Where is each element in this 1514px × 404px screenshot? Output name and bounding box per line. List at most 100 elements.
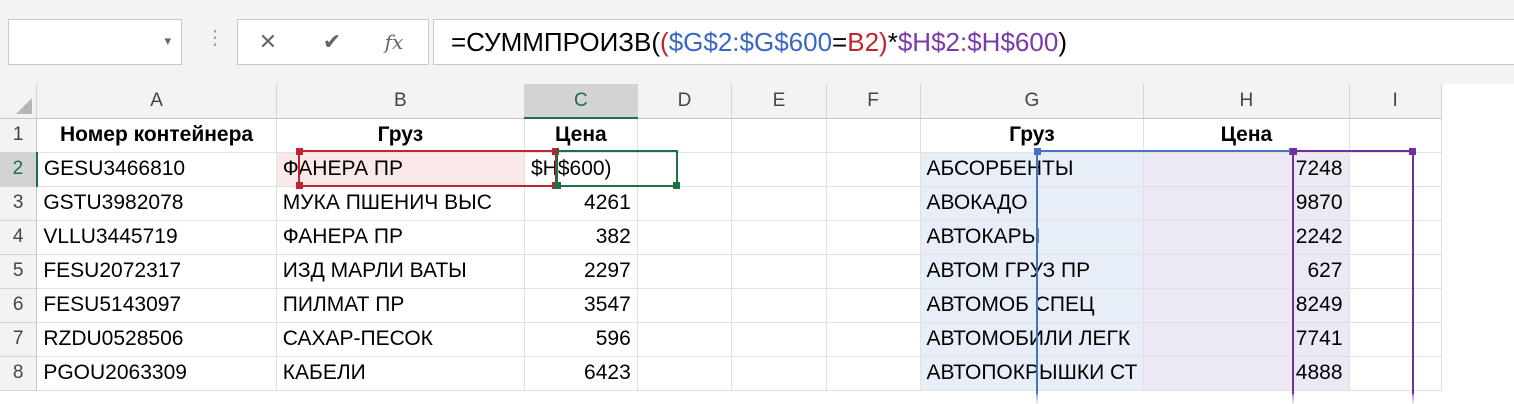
cell-d7[interactable] bbox=[637, 322, 733, 357]
row-header[interactable]: 4 bbox=[0, 220, 38, 255]
formula-ref-b2: B2 bbox=[847, 27, 880, 57]
cell-i7[interactable] bbox=[1349, 322, 1442, 357]
cell-e4[interactable] bbox=[731, 220, 827, 255]
cell-a5[interactable]: FESU2072317 bbox=[36, 254, 277, 289]
column-header-e[interactable]: E bbox=[731, 84, 827, 119]
bottom-fade bbox=[0, 394, 1514, 404]
row-header[interactable]: 6 bbox=[0, 288, 38, 323]
row-header[interactable]: 1 bbox=[0, 118, 38, 153]
cell-e1[interactable] bbox=[731, 118, 827, 153]
row-header[interactable]: 2 bbox=[0, 152, 38, 187]
cell-b5[interactable]: ИЗД МАРЛИ ВАТЫ bbox=[276, 254, 525, 289]
name-box[interactable]: ▾ bbox=[8, 19, 182, 65]
cell-i4[interactable] bbox=[1349, 220, 1442, 255]
cell-i8[interactable] bbox=[1349, 356, 1442, 391]
cell-h2[interactable]: 7248 bbox=[1143, 152, 1350, 187]
cell-c4[interactable]: 382 bbox=[524, 220, 638, 255]
cell-h7[interactable]: 7741 bbox=[1143, 322, 1350, 357]
cancel-icon[interactable]: ✕ bbox=[248, 28, 288, 56]
cell-d2[interactable] bbox=[637, 152, 733, 187]
cell-e2[interactable] bbox=[731, 152, 827, 187]
cell-b2[interactable]: ФАНЕРА ПР bbox=[276, 152, 525, 187]
cell-i5[interactable] bbox=[1349, 254, 1442, 289]
cell-h8[interactable]: 4888 bbox=[1143, 356, 1350, 391]
cell-c6[interactable]: 3547 bbox=[524, 288, 638, 323]
row-header[interactable]: 8 bbox=[0, 356, 38, 391]
cell-h6[interactable]: 8249 bbox=[1143, 288, 1350, 323]
cell-d8[interactable] bbox=[637, 356, 733, 391]
cell-f1[interactable] bbox=[826, 118, 921, 153]
cell-h3[interactable]: 9870 bbox=[1143, 186, 1350, 221]
enter-icon[interactable]: ✔ bbox=[312, 28, 352, 56]
row-header[interactable]: 3 bbox=[0, 186, 38, 221]
cell-a6[interactable]: FESU5143097 bbox=[36, 288, 277, 323]
cell-d4[interactable] bbox=[637, 220, 733, 255]
cell-b4[interactable]: ФАНЕРА ПР bbox=[276, 220, 525, 255]
cell-c3[interactable]: 4261 bbox=[524, 186, 638, 221]
cell-g7[interactable]: АВТОМОБИЛИ ЛЕГК bbox=[920, 322, 1145, 357]
cell-a2[interactable]: GESU3466810 bbox=[36, 152, 277, 187]
cell-f2[interactable] bbox=[826, 152, 921, 187]
cell-h1[interactable]: Цена bbox=[1143, 118, 1350, 153]
cell-f8[interactable] bbox=[826, 356, 921, 391]
select-all-button[interactable] bbox=[0, 84, 38, 119]
cell-e3[interactable] bbox=[731, 186, 827, 221]
cell-f4[interactable] bbox=[826, 220, 921, 255]
cell-a7[interactable]: RZDU0528506 bbox=[36, 322, 277, 357]
cell-h5[interactable]: 627 bbox=[1143, 254, 1350, 289]
table-row: 6 FESU5143097 ПИЛМАТ ПР 3547 АВТОМОБ СПЕ… bbox=[0, 288, 1514, 323]
cell-d1[interactable] bbox=[637, 118, 733, 153]
cell-e5[interactable] bbox=[731, 254, 827, 289]
cell-i1[interactable] bbox=[1349, 118, 1442, 153]
cell-g3[interactable]: АВОКАДО bbox=[920, 186, 1145, 221]
cell-c7[interactable]: 596 bbox=[524, 322, 638, 357]
cell-i6[interactable] bbox=[1349, 288, 1442, 323]
cell-c2[interactable]: $H$600) bbox=[524, 152, 638, 187]
column-header-i[interactable]: I bbox=[1349, 84, 1442, 119]
cell-f6[interactable] bbox=[826, 288, 921, 323]
cell-b7[interactable]: САХАР-ПЕСОК bbox=[276, 322, 525, 357]
cell-g5[interactable]: АВТОМ ГРУЗ ПР bbox=[920, 254, 1145, 289]
row-header[interactable]: 5 bbox=[0, 254, 38, 289]
cell-g6[interactable]: АВТОМОБ СПЕЦ bbox=[920, 288, 1145, 323]
cell-g4[interactable]: АВТОКАРЫ bbox=[920, 220, 1145, 255]
column-header-h[interactable]: H bbox=[1143, 84, 1350, 119]
cell-b8[interactable]: КАБЕЛИ bbox=[276, 356, 525, 391]
cell-f7[interactable] bbox=[826, 322, 921, 357]
cell-i3[interactable] bbox=[1349, 186, 1442, 221]
cell-d5[interactable] bbox=[637, 254, 733, 289]
cell-h4[interactable]: 2242 bbox=[1143, 220, 1350, 255]
cell-i2[interactable] bbox=[1349, 152, 1442, 187]
cell-b3[interactable]: МУКА ПШЕНИЧ ВЫС bbox=[276, 186, 525, 221]
cell-b1[interactable]: Груз bbox=[276, 118, 525, 153]
column-header-f[interactable]: F bbox=[826, 84, 921, 119]
column-header-row: A B C D E F G H I bbox=[0, 84, 1514, 119]
insert-function-button[interactable]: fx bbox=[374, 28, 414, 56]
cell-e6[interactable] bbox=[731, 288, 827, 323]
cell-g2[interactable]: АБСОРБЕНТЫ bbox=[920, 152, 1145, 187]
row-header[interactable]: 7 bbox=[0, 322, 38, 357]
column-header-d[interactable]: D bbox=[637, 84, 733, 119]
cell-a4[interactable]: VLLU3445719 bbox=[36, 220, 277, 255]
formula-input[interactable]: =СУММПРОИЗВ(($G$2:$G$600=B2)*$H$2:$H$600… bbox=[433, 19, 1514, 65]
cell-a8[interactable]: PGOU2063309 bbox=[36, 356, 277, 391]
cell-a1[interactable]: Номер контейнера bbox=[36, 118, 277, 153]
cell-c1[interactable]: Цена bbox=[524, 118, 638, 153]
cell-e8[interactable] bbox=[731, 356, 827, 391]
cell-b6[interactable]: ПИЛМАТ ПР bbox=[276, 288, 525, 323]
cell-d6[interactable] bbox=[637, 288, 733, 323]
column-header-a[interactable]: A bbox=[36, 84, 277, 119]
column-header-c[interactable]: C bbox=[524, 84, 638, 119]
cell-f5[interactable] bbox=[826, 254, 921, 289]
chevron-down-icon[interactable]: ▾ bbox=[164, 33, 171, 49]
cell-d3[interactable] bbox=[637, 186, 733, 221]
cell-e7[interactable] bbox=[731, 322, 827, 357]
cell-f3[interactable] bbox=[826, 186, 921, 221]
cell-c5[interactable]: 2297 bbox=[524, 254, 638, 289]
column-header-b[interactable]: B bbox=[276, 84, 525, 119]
cell-c8[interactable]: 6423 bbox=[524, 356, 638, 391]
cell-a3[interactable]: GSTU3982078 bbox=[36, 186, 277, 221]
cell-g8[interactable]: АВТОПОКРЫШКИ СТ bbox=[920, 356, 1145, 391]
column-header-g[interactable]: G bbox=[920, 84, 1145, 119]
cell-g1[interactable]: Груз bbox=[920, 118, 1145, 153]
